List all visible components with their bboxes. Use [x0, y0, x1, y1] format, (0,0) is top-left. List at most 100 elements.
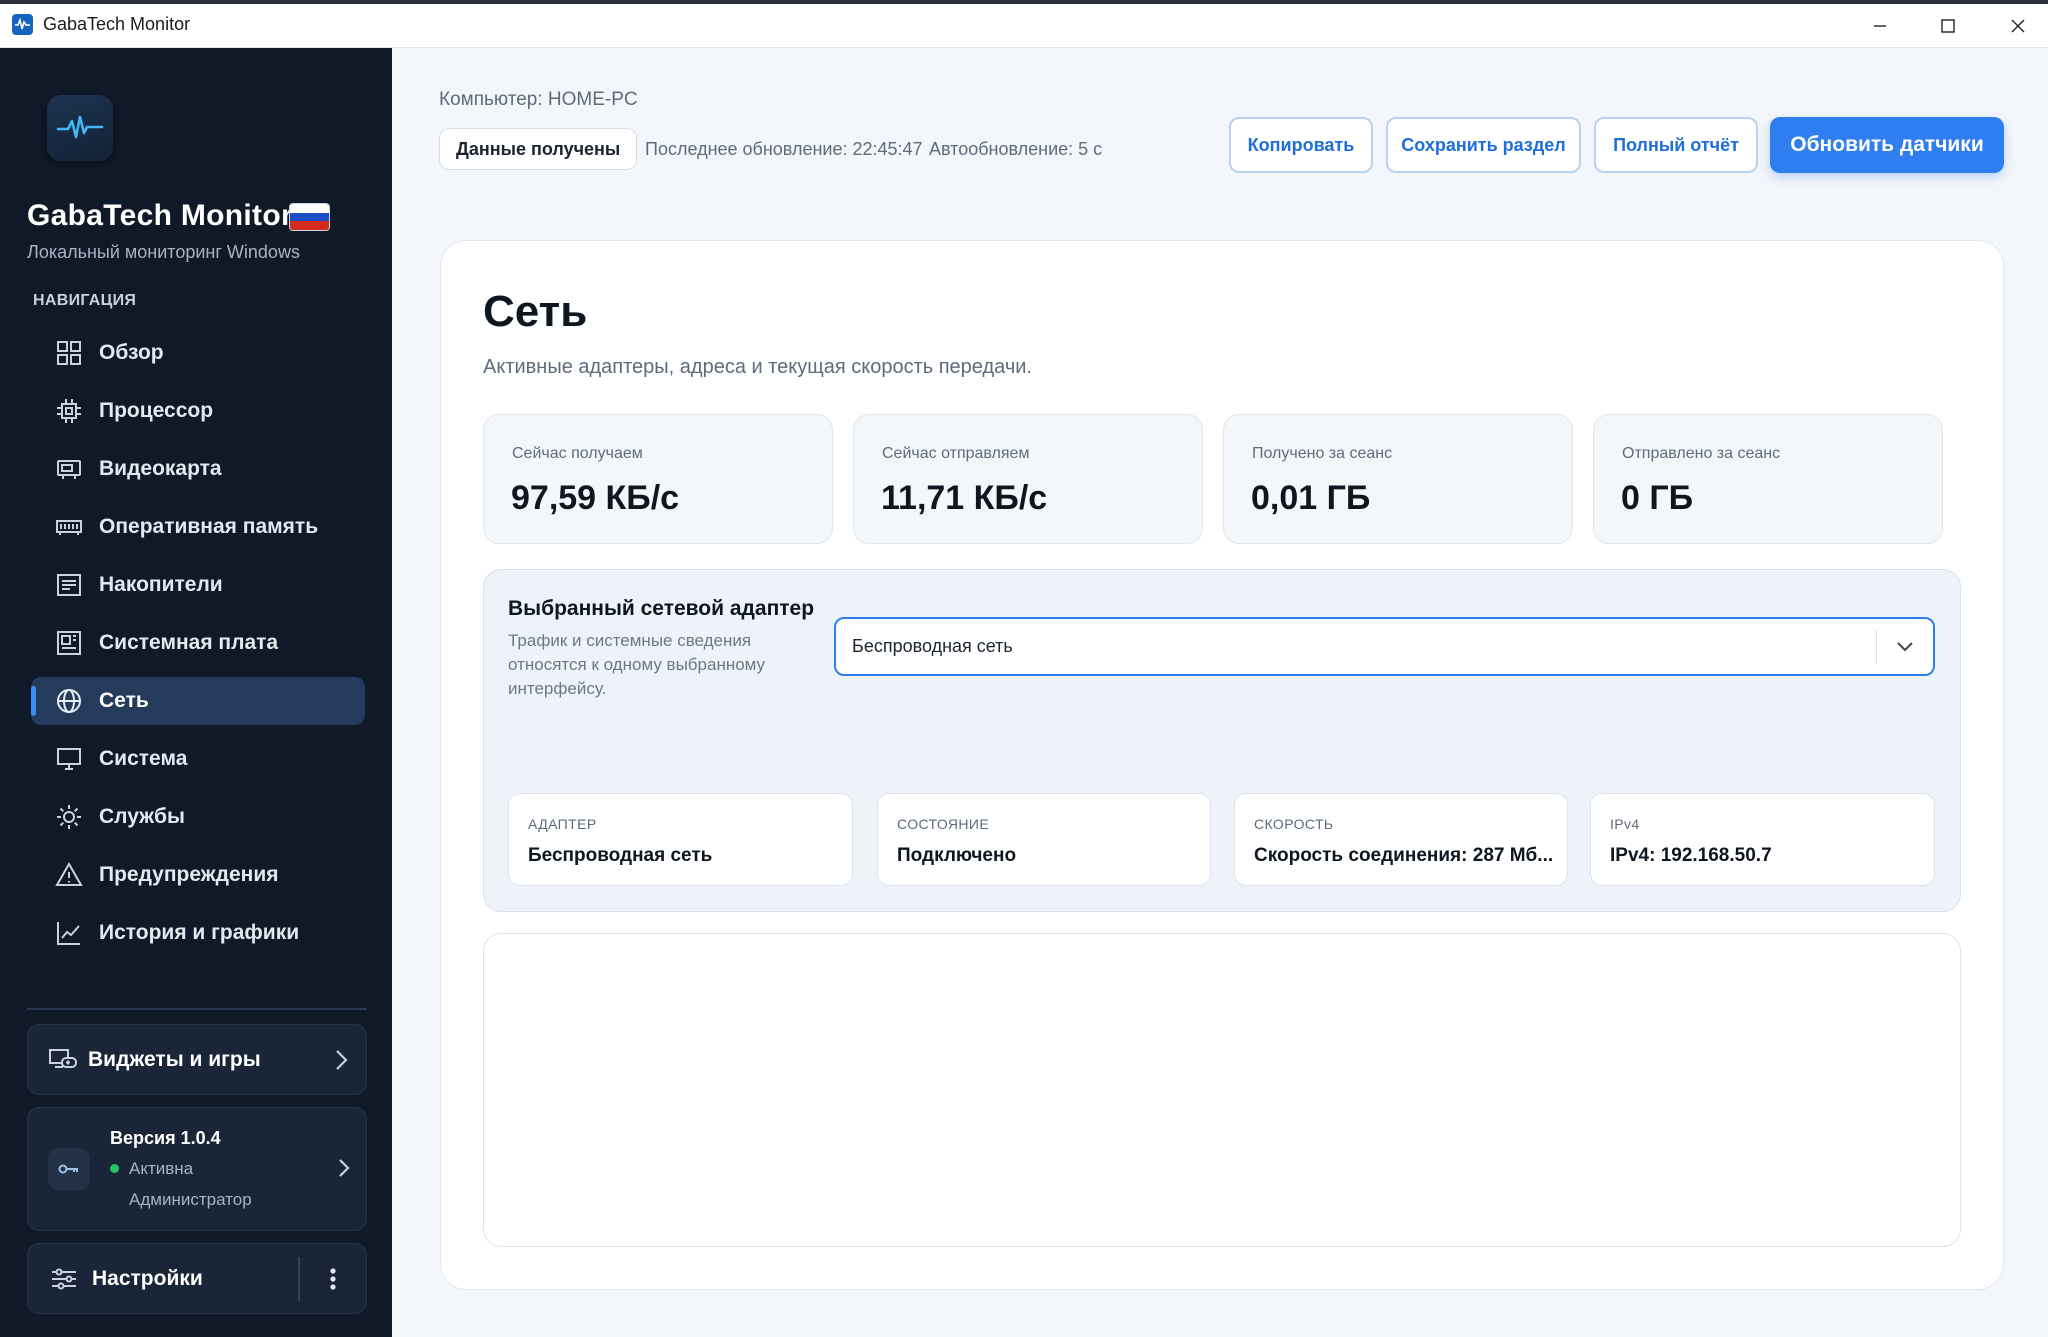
active-nav-indicator	[31, 686, 36, 716]
page-description: Активные адаптеры, адреса и текущая скор…	[483, 356, 1032, 378]
app-icon	[12, 14, 33, 35]
refresh-sensors-button[interactable]: Обновить датчики	[1770, 117, 2004, 173]
status-badge: Данные получены	[439, 128, 638, 170]
nav-item-drives[interactable]: Накопители	[31, 561, 365, 609]
app-logo	[47, 95, 113, 161]
nav-item-label: Видеокарта	[99, 457, 222, 480]
close-button[interactable]	[1983, 4, 2048, 48]
info-tile-label: АДАПТЕР	[528, 816, 597, 832]
adapter-select-value: Беспроводная сеть	[852, 636, 1013, 656]
status-dot	[110, 1164, 119, 1173]
window-title: GabaTech Monitor	[43, 14, 191, 34]
app-subtitle: Локальный мониторинг Windows	[27, 242, 300, 262]
chart-icon	[53, 917, 85, 949]
grid-icon	[53, 337, 85, 369]
maximize-icon	[1941, 19, 1955, 33]
info-tile-state: СОСТОЯНИЕ Подключено	[877, 793, 1211, 886]
adapter-panel-title: Выбранный сетевой адаптер	[508, 597, 815, 620]
info-tile-adapter: АДАПТЕР Беспроводная сеть	[508, 793, 853, 886]
chevron-right-icon	[334, 1049, 348, 1071]
nav-item-motherboard[interactable]: Системная плата	[31, 619, 365, 667]
chevron-right-icon	[338, 1158, 350, 1183]
nav-item-label: Процессор	[99, 399, 214, 422]
nav-item-overview[interactable]: Обзор	[31, 329, 365, 377]
license-card[interactable]: Версия 1.0.4 Активна Администратор	[27, 1107, 367, 1231]
settings-label: Настройки	[92, 1266, 203, 1290]
nav-item-warnings[interactable]: Предупреждения	[31, 851, 365, 899]
nav-item-services[interactable]: Службы	[31, 793, 365, 841]
stat-label: Сейчас отправляем	[882, 445, 1030, 462]
auto-update-text: Автообновление: 5 с	[929, 139, 1103, 159]
gpu-icon	[53, 453, 85, 485]
nav-item-system[interactable]: Система	[31, 735, 365, 783]
info-tile-value: Подключено	[897, 845, 1017, 866]
minimize-button[interactable]	[1845, 4, 1915, 48]
info-tile-label: IPv4	[1610, 816, 1640, 832]
globe-icon	[53, 685, 85, 717]
nav-item-network[interactable]: Сеть	[31, 677, 365, 725]
stat-value: 0,01 ГБ	[1251, 479, 1371, 517]
taskbar-strip	[0, 0, 2048, 4]
widgets-label: Виджеты и игры	[88, 1047, 261, 1071]
stat-value: 97,59 КБ/с	[511, 479, 680, 517]
save-section-button[interactable]: Сохранить раздел	[1386, 117, 1581, 173]
sliders-icon	[50, 1267, 78, 1291]
settings-bar: Настройки	[27, 1243, 367, 1314]
license-status: Активна	[129, 1159, 194, 1178]
adapter-panel-description: Трафик и системные сведения относятся к …	[508, 631, 766, 698]
nav-item-label: Службы	[99, 805, 185, 828]
nav-item-ram[interactable]: Оперативная память	[31, 503, 365, 551]
nav-item-label: Накопители	[99, 573, 223, 596]
maximize-button[interactable]	[1913, 4, 1983, 48]
russia-flag-icon	[289, 203, 330, 231]
computer-name: Компьютер: HOME-PC	[439, 89, 638, 110]
last-update-text: Последнее обновление: 22:45:47	[645, 139, 923, 159]
nav-item-label: Оперативная память	[99, 515, 319, 538]
nav-item-label: История и графики	[99, 921, 300, 944]
nav-item-label: Система	[99, 747, 188, 770]
nav-item-history[interactable]: История и графики	[31, 909, 365, 957]
adapter-select[interactable]: Беспроводная сеть	[834, 617, 1935, 676]
details-panel	[483, 933, 1961, 1247]
gear-icon	[53, 801, 85, 833]
stat-label: Отправлено за сеанс	[1622, 445, 1781, 462]
minimize-icon	[1874, 25, 1886, 27]
cpu-icon	[53, 395, 85, 427]
widgets-icon	[48, 1047, 78, 1073]
copy-button[interactable]: Копировать	[1229, 117, 1373, 173]
drive-icon	[53, 569, 85, 601]
close-icon	[2011, 19, 2025, 33]
info-tile-label: СОСТОЯНИЕ	[897, 816, 990, 832]
warning-icon	[53, 859, 85, 891]
nav-heading: НАВИГАЦИЯ	[33, 292, 137, 309]
title-bar	[0, 0, 2048, 48]
user-role: Администратор	[129, 1190, 252, 1209]
nav-item-label: Обзор	[99, 341, 164, 364]
chevron-down-icon	[1877, 619, 1933, 674]
info-tile-value: Беспроводная сеть	[528, 845, 713, 866]
stat-card-received-session: Получено за сеанс 0,01 ГБ	[1223, 414, 1573, 544]
more-menu-button[interactable]	[300, 1244, 366, 1313]
nav-item-label: Системная плата	[99, 631, 279, 654]
page-title: Сеть	[483, 287, 588, 336]
sidebar-divider	[27, 1008, 367, 1010]
monitor-icon	[53, 743, 85, 775]
nav-item-label: Сеть	[99, 689, 149, 712]
widgets-games-button[interactable]: Виджеты и игры	[27, 1024, 367, 1095]
info-tile-value: IPv4: 192.168.50.7	[1610, 845, 1772, 866]
stat-label: Получено за сеанс	[1252, 445, 1393, 462]
nav-item-gpu[interactable]: Видеокарта	[31, 445, 365, 493]
more-vertical-icon	[330, 1267, 336, 1290]
stat-card-sending: Сейчас отправляем 11,71 КБ/с	[853, 414, 1203, 544]
app-name: GabaTech Monitor	[27, 199, 293, 232]
stat-value: 11,71 КБ/с	[881, 479, 1048, 517]
info-tile-ipv4: IPv4 IPv4: 192.168.50.7	[1590, 793, 1935, 886]
stat-card-receiving: Сейчас получаем 97,59 КБ/с	[483, 414, 833, 544]
stat-label: Сейчас получаем	[512, 445, 643, 462]
info-tile-speed: СКОРОСТЬ Скорость соединения: 287 Мб...	[1234, 793, 1568, 886]
settings-button[interactable]: Настройки	[28, 1244, 298, 1313]
full-report-button[interactable]: Полный отчёт	[1594, 117, 1758, 173]
info-tile-value: Скорость соединения: 287 Мб...	[1254, 845, 1554, 866]
stat-value: 0 ГБ	[1621, 479, 1694, 517]
nav-item-cpu[interactable]: Процессор	[31, 387, 365, 435]
